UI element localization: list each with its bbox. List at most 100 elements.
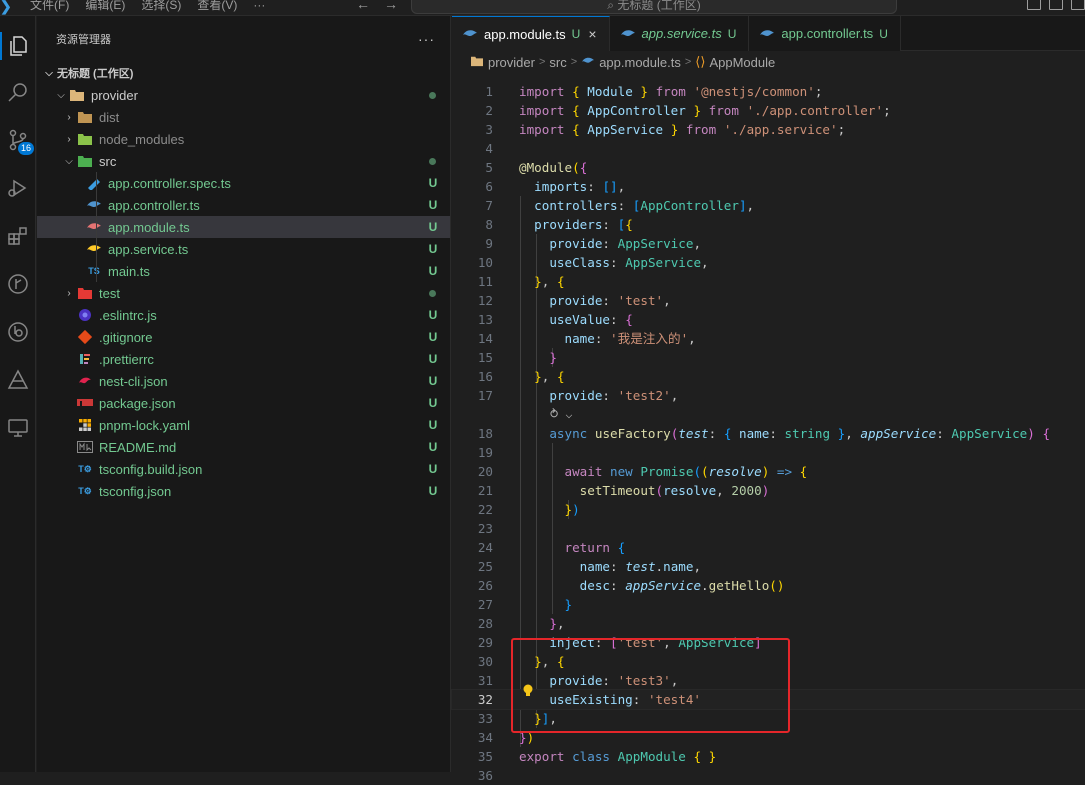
tree-item-label: app.service.ts bbox=[108, 241, 189, 257]
explorer-title: 资源管理器 bbox=[56, 34, 111, 46]
tree-item-label: node_modules bbox=[99, 131, 185, 147]
tab-app-service[interactable]: app.service.ts U bbox=[609, 16, 750, 51]
git-graph-icon[interactable] bbox=[0, 264, 36, 304]
tree-file-app-module[interactable]: app.module.ts U bbox=[37, 216, 450, 238]
nest-controller-icon bbox=[86, 197, 102, 213]
untracked-badge: U bbox=[879, 26, 888, 41]
tree-file-eslintrc[interactable]: .eslintrc.js U bbox=[37, 304, 450, 326]
chevron-right-icon: › bbox=[67, 133, 71, 145]
tree-file-main[interactable]: TS main.ts U bbox=[37, 260, 450, 282]
tree-folder-test[interactable]: › test bbox=[37, 282, 450, 304]
command-center-label: 无标题 (工作区) bbox=[617, 0, 701, 12]
tree-folder-src[interactable]: ⌵ src bbox=[37, 150, 450, 172]
untracked-badge: U bbox=[428, 374, 438, 388]
code-line: 27 } bbox=[477, 597, 573, 612]
folder-test-icon bbox=[77, 285, 93, 301]
tree-item-label: provider bbox=[91, 87, 138, 103]
tree-item-label: src bbox=[99, 153, 117, 169]
tree-file-prettierrc[interactable]: .prettierrc U bbox=[37, 348, 450, 370]
folder-open-icon bbox=[69, 87, 85, 103]
class-symbol-icon: ⟨⟩ bbox=[695, 54, 706, 69]
copilot-icon[interactable]: ⥁ ⌵ bbox=[550, 405, 573, 424]
chevron-right-icon: › bbox=[67, 111, 71, 123]
code-line: 7 controllers: [AppController], bbox=[485, 198, 755, 213]
highlight-annotation-box bbox=[511, 638, 790, 733]
code-line: 9 provide: AppService, bbox=[485, 236, 702, 251]
close-icon[interactable]: × bbox=[588, 26, 596, 42]
extensions-icon[interactable] bbox=[0, 216, 36, 256]
menu-file[interactable]: 文件(F) bbox=[30, 0, 69, 13]
tree-file-app-controller[interactable]: app.controller.ts U bbox=[37, 194, 450, 216]
more-actions-icon[interactable]: ··· bbox=[418, 31, 435, 47]
breadcrumb: provider > src > app.module.ts > ⟨⟩ AppM… bbox=[452, 51, 1085, 73]
breadcrumb-item[interactable]: app.module.ts bbox=[599, 55, 681, 70]
search-icon[interactable] bbox=[0, 72, 36, 112]
source-control-icon[interactable]: 16 bbox=[0, 120, 36, 160]
breadcrumb-separator: > bbox=[538, 56, 546, 68]
tree-file-gitignore[interactable]: .gitignore U bbox=[37, 326, 450, 348]
code-line: 2 import { AppController } from './app.co… bbox=[485, 103, 891, 118]
tree-item-label: .eslintrc.js bbox=[99, 307, 157, 323]
tree-file-readme[interactable]: README.md U bbox=[37, 436, 450, 458]
code-line: 12 provide: 'test', bbox=[477, 293, 671, 308]
tree-file-pnpm-lock[interactable]: pnpm-lock.yaml U bbox=[37, 414, 450, 436]
typescript-icon: TS bbox=[88, 266, 100, 276]
tree-folder-node-modules[interactable]: › node_modules bbox=[37, 128, 450, 150]
untracked-badge: U bbox=[428, 440, 438, 454]
chevron-right-icon: › bbox=[67, 287, 71, 299]
tree-file-tsconfig[interactable]: T⚙ tsconfig.json U bbox=[37, 480, 450, 502]
untracked-badge: U bbox=[428, 242, 438, 256]
codelens-hint[interactable]: ⥁ ⌵ bbox=[452, 405, 1085, 424]
modified-dot bbox=[429, 91, 436, 99]
tree-file-nest-cli[interactable]: nest-cli.json U bbox=[37, 370, 450, 392]
tree-file-app-service[interactable]: app.service.ts U bbox=[37, 238, 450, 260]
indent-guide bbox=[96, 216, 97, 238]
tree-file-package-json[interactable]: package.json U bbox=[37, 392, 450, 414]
code-line: 24 return { bbox=[477, 540, 626, 555]
untracked-badge: U bbox=[571, 27, 581, 41]
code-line: 8 providers: [{ bbox=[485, 217, 633, 232]
tree-folder-dist[interactable]: › dist bbox=[37, 106, 450, 128]
workspace-title: 无标题 (工作区) bbox=[57, 68, 134, 80]
indent-guide bbox=[96, 194, 97, 216]
explorer-icon[interactable] bbox=[0, 26, 36, 66]
remote-icon[interactable] bbox=[0, 360, 36, 400]
toggle-panel-icon[interactable] bbox=[1049, 0, 1063, 10]
modified-dot bbox=[429, 157, 436, 165]
menu-selection[interactable]: 选择(S) bbox=[141, 0, 181, 13]
run-debug-icon[interactable] bbox=[0, 168, 36, 208]
untracked-badge: U bbox=[428, 264, 438, 278]
workspace-header[interactable]: ⌵ 无标题 (工作区) bbox=[37, 62, 450, 84]
menu-view[interactable]: 查看(V) bbox=[197, 0, 237, 13]
chevron-down-icon: ⌵ bbox=[45, 67, 53, 79]
tree-folder-provider[interactable]: ⌵ provider bbox=[37, 84, 450, 106]
tsconfig-icon: T⚙ bbox=[78, 485, 92, 496]
remote-explorer-icon[interactable] bbox=[0, 408, 36, 448]
tree-item-label: app.controller.spec.ts bbox=[108, 175, 231, 191]
menu-edit[interactable]: 编辑(E) bbox=[85, 0, 125, 13]
breadcrumb-item[interactable]: AppModule bbox=[709, 55, 775, 70]
toggle-secondary-sidebar-icon[interactable] bbox=[1071, 0, 1085, 10]
tree-file-app-controller-spec[interactable]: app.controller.spec.ts U bbox=[37, 172, 450, 194]
toggle-sidebar-icon[interactable] bbox=[1027, 0, 1041, 10]
nest-module-icon bbox=[86, 219, 102, 235]
tab-label: app.module.ts bbox=[484, 26, 566, 42]
tree-item-label: dist bbox=[99, 109, 120, 125]
tree-file-tsconfig-build[interactable]: T⚙ tsconfig.build.json U bbox=[37, 458, 450, 480]
menu-more[interactable]: ··· bbox=[253, 0, 265, 13]
git-icon bbox=[77, 329, 93, 345]
tab-label: app.service.ts bbox=[641, 26, 722, 41]
tab-app-module[interactable]: app.module.ts U × bbox=[452, 16, 610, 51]
folder-src-icon bbox=[77, 153, 93, 169]
title-bar: ❯ 文件(F) 编辑(E) 选择(S) 查看(V) ··· ← → ⌕ 无标题 … bbox=[0, 0, 1085, 16]
chevron-down-icon: ⌵ bbox=[57, 89, 65, 101]
back-arrow-icon[interactable]: ← bbox=[356, 0, 370, 12]
command-center[interactable]: ⌕ 无标题 (工作区) bbox=[411, 0, 897, 14]
tab-app-controller[interactable]: app.controller.ts U bbox=[749, 16, 901, 51]
gitlens-icon[interactable] bbox=[0, 312, 36, 352]
folder-icon bbox=[470, 55, 484, 70]
breadcrumb-item[interactable]: provider bbox=[488, 55, 535, 70]
code-line: 3 import { AppService } from './app.servi… bbox=[485, 122, 846, 137]
breadcrumb-item[interactable]: src bbox=[549, 55, 566, 70]
forward-arrow-icon[interactable]: → bbox=[384, 0, 398, 12]
